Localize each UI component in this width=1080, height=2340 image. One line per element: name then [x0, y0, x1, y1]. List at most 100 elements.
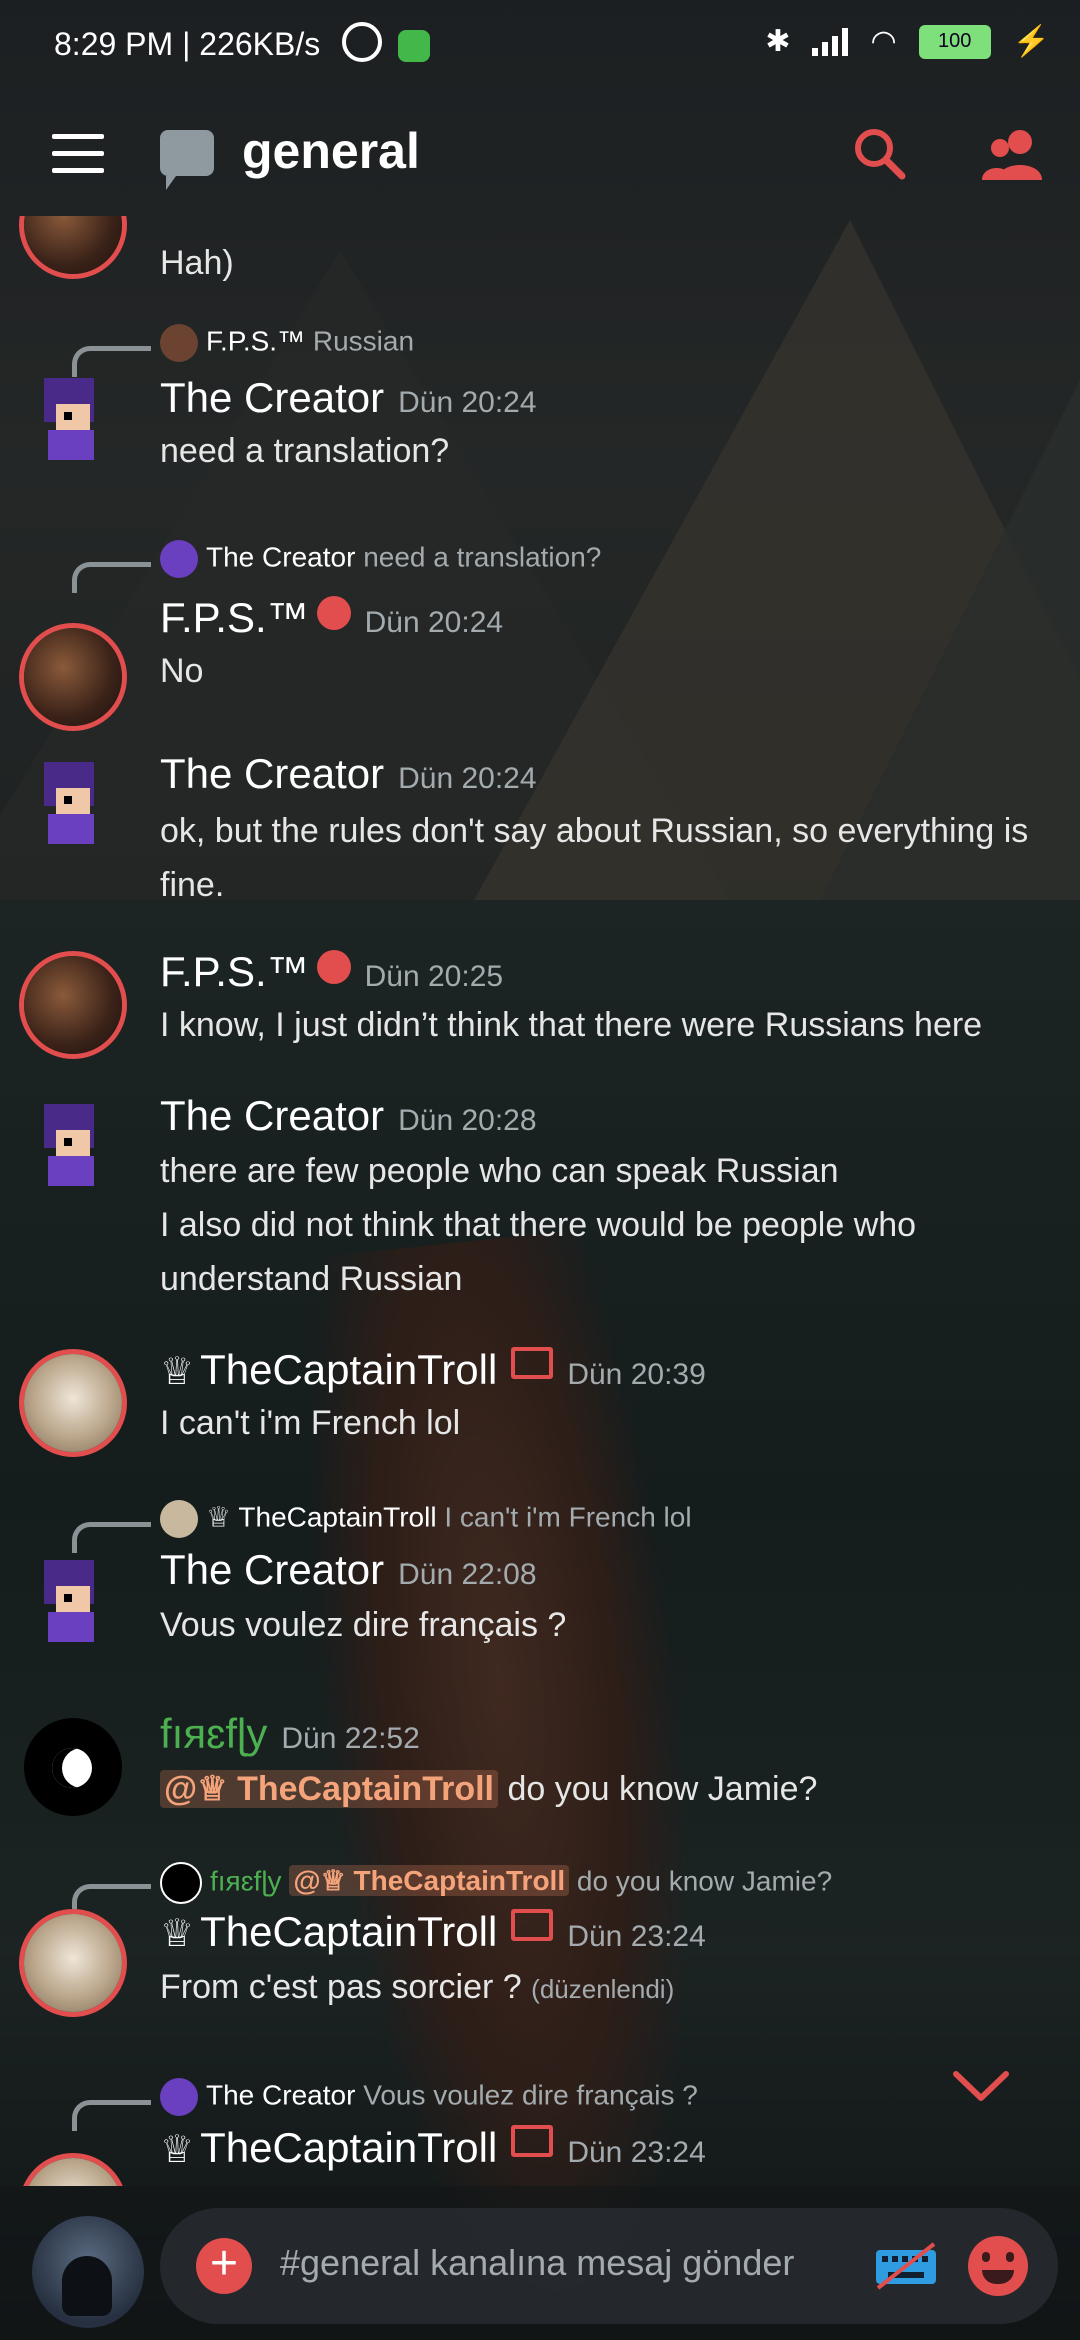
timestamp: Dün 20:28: [398, 1104, 537, 1137]
monitor-icon: [511, 1908, 554, 1941]
message-text: I can't i'm French lol: [160, 1404, 461, 1442]
status-bar: 8:29 PM | 226KB/s ✱ ◠ 100 ⚡: [0, 0, 1080, 96]
message-header: ♕ TheCaptainTroll Dün 23:24: [160, 1908, 706, 1956]
timestamp: Dün 20:25: [364, 960, 504, 993]
reply-preview[interactable]: fıяɛfɭy @♕ TheCaptainTroll do you know J…: [160, 1862, 832, 1904]
signal-icon: [812, 27, 849, 56]
author-name[interactable]: F.P.S.™: [160, 594, 309, 641]
chevron-down-icon[interactable]: [950, 2066, 1012, 2106]
reply-preview[interactable]: The Creator need a translation?: [160, 540, 601, 578]
timestamp: Dün 22:52: [281, 1722, 420, 1755]
user-mention[interactable]: @♕ TheCaptainTroll: [160, 1770, 498, 1808]
avatar[interactable]: [24, 628, 122, 726]
message-text: No: [160, 652, 204, 690]
reply-connector: [72, 562, 151, 593]
members-icon[interactable]: [980, 126, 1046, 182]
message-header: ♕ TheCaptainTroll Dün 23:24: [160, 2124, 706, 2172]
message-composer: + #general kanalına mesaj gönder: [0, 2186, 1080, 2340]
status-time: 8:29 PM | 226KB/s: [54, 26, 321, 62]
reply-avatar: [160, 1862, 202, 1904]
avatar[interactable]: [24, 1096, 122, 1194]
author-name[interactable]: The Creator: [160, 1546, 384, 1593]
plus-icon[interactable]: +: [196, 2238, 252, 2294]
chat-bubble-icon: [160, 130, 214, 190]
message-header: F.P.S.™ Dün 20:25: [160, 948, 503, 996]
message-text: From c'est pas sorcier ? (düzenlendi): [160, 1960, 1040, 2016]
reply-snippet: do you know Jamie?: [576, 1865, 833, 1897]
reply-avatar: [160, 1500, 198, 1538]
message-text: Hah): [160, 244, 234, 282]
avatar[interactable]: [24, 956, 122, 1054]
reply-author: TheCaptainTroll: [238, 1501, 437, 1533]
reply-snippet: Vous voulez dire français ?: [363, 2079, 698, 2111]
reply-preview[interactable]: The Creator Vous voulez dire français ?: [160, 2078, 698, 2116]
timestamp: Dün 22:08: [398, 1558, 537, 1591]
author-name[interactable]: fıяɛfɭy: [160, 1710, 267, 1757]
message-body: do you know Jamie?: [507, 1770, 818, 1808]
avatar[interactable]: [24, 754, 122, 852]
monitor-icon: [511, 1346, 554, 1379]
battery-icon: 100: [918, 24, 991, 59]
channel-header: general: [0, 96, 1080, 216]
timestamp: Dün 23:24: [567, 2136, 706, 2169]
reply-connector: [72, 2100, 151, 2131]
reply-preview[interactable]: ♕ TheCaptainTroll I can't i'm French lol: [160, 1500, 692, 1538]
globe-icon: [316, 949, 351, 984]
message-header: ♕ TheCaptainTroll Dün 20:39: [160, 1346, 706, 1394]
avatar[interactable]: [24, 1354, 122, 1452]
wifi-icon: ◠: [870, 25, 897, 58]
keyboard-icon[interactable]: [874, 2242, 938, 2290]
reply-preview[interactable]: F.P.S.™ Russian: [160, 324, 414, 362]
message-text: ok, but the rules don't say about Russia…: [160, 812, 1029, 904]
reply-avatar: [160, 540, 198, 578]
message-header: The Creator Dün 20:28: [160, 1092, 537, 1140]
globe-icon: [316, 595, 351, 630]
reply-author: The Creator: [206, 2079, 356, 2111]
reply-avatar: [160, 324, 198, 362]
author-name[interactable]: TheCaptainTroll: [200, 1908, 497, 1955]
timestamp: Dün 20:39: [567, 1358, 706, 1391]
author-name[interactable]: F.P.S.™: [160, 948, 309, 995]
edited-label: (düzenlendi): [531, 1974, 675, 2004]
avatar[interactable]: [24, 1552, 122, 1650]
author-name[interactable]: The Creator: [160, 374, 384, 421]
bluetooth-icon: ✱: [765, 25, 791, 58]
reply-author: F.P.S.™: [206, 325, 306, 357]
avatar[interactable]: [24, 1718, 122, 1816]
message-header: F.P.S.™ Dün 20:24: [160, 594, 503, 642]
search-icon[interactable]: [852, 126, 908, 182]
message-list[interactable]: Hah) F.P.S.™ Russian The Creator Dün 20:2…: [0, 216, 1080, 2186]
message-input[interactable]: + #general kanalına mesaj gönder: [160, 2208, 1058, 2324]
app-notification-icon: [398, 30, 430, 62]
message-text: there are few people who can speak Russi…: [160, 1152, 839, 1190]
message-text: need a translation?: [160, 432, 450, 470]
user-avatar[interactable]: [32, 2216, 144, 2328]
reply-snippet: need a translation?: [363, 541, 602, 573]
crown-icon: ♕: [160, 1351, 195, 1393]
author-name[interactable]: TheCaptainTroll: [200, 1346, 497, 1393]
menu-icon[interactable]: [52, 134, 104, 174]
message-header: The Creator Dün 20:24: [160, 374, 537, 422]
message-header: The Creator Dün 20:24: [160, 750, 537, 798]
avatar[interactable]: [24, 216, 122, 274]
message-text: I also did not think that there would be…: [160, 1206, 917, 1298]
avatar[interactable]: [24, 370, 122, 468]
reply-mention: @♕ TheCaptainTroll: [289, 1865, 570, 1897]
reply-connector: [72, 1522, 151, 1553]
emoji-icon[interactable]: [968, 2236, 1028, 2296]
message-header: The Creator Dün 22:08: [160, 1546, 537, 1594]
timestamp: Dün 20:24: [398, 386, 537, 419]
avatar[interactable]: [24, 1914, 122, 2012]
author-name[interactable]: The Creator: [160, 1092, 384, 1139]
author-name[interactable]: TheCaptainTroll: [200, 2124, 497, 2171]
reply-avatar: [160, 2078, 198, 2116]
reply-author: fıяɛfɭy: [210, 1865, 282, 1897]
reply-snippet: I can't i'm French lol: [444, 1501, 692, 1533]
crown-icon: ♕: [160, 1913, 195, 1955]
timestamp: Dün 23:24: [567, 1920, 706, 1953]
message-placeholder: #general kanalına mesaj gönder: [280, 2242, 795, 2283]
timestamp: Dün 20:24: [398, 762, 537, 795]
avatar[interactable]: [24, 2158, 122, 2186]
message-header: fıяɛfɭy Dün 22:52: [160, 1710, 420, 1758]
author-name[interactable]: The Creator: [160, 750, 384, 797]
